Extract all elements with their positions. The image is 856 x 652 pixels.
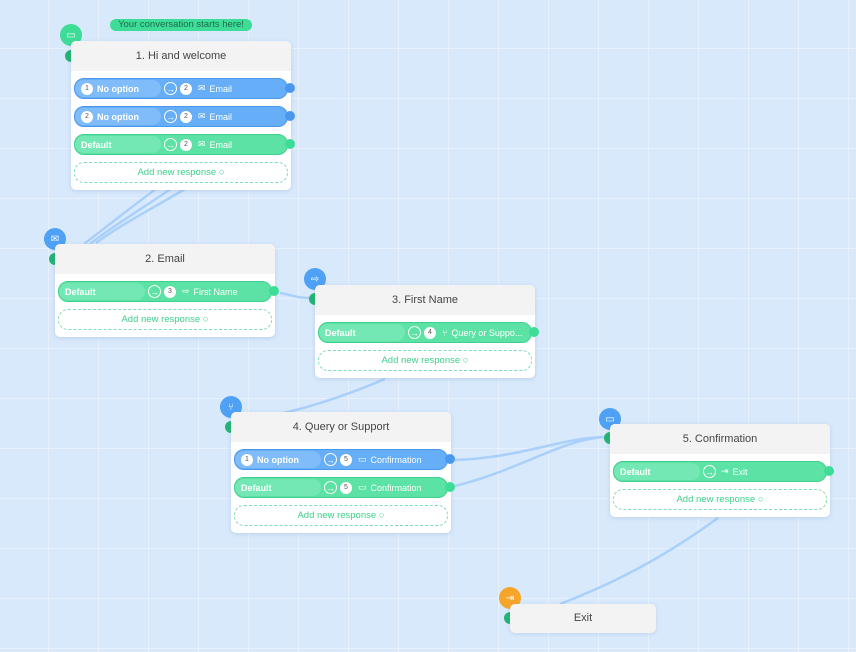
chat-check-icon: ▭ (358, 482, 367, 492)
response-label: No option (97, 83, 139, 94)
response-label: Default (81, 139, 112, 150)
response-label: Default (620, 466, 651, 477)
target-label: Email (209, 83, 233, 94)
node-first-name[interactable]: 3. First Name Default → 4 ⑂ Query or Suppo… (315, 285, 539, 378)
node-title: 2. Email (55, 244, 275, 274)
response-label: No option (97, 111, 139, 122)
add-response-label: Add new response (381, 355, 461, 366)
add-response-label: Add new response (676, 494, 756, 505)
arrow-right-icon: → (324, 453, 337, 466)
output-port[interactable] (824, 466, 834, 476)
target-number: 5 (340, 481, 352, 494)
response-number: 1 (81, 82, 93, 95)
output-port[interactable] (445, 454, 455, 464)
signpost-icon: ⇨ (182, 286, 190, 296)
arrow-right-icon: → (164, 138, 177, 151)
start-banner: Your conversation starts here! (110, 19, 252, 31)
wire-5-to-exit (559, 516, 719, 606)
add-response-label: Add new response (121, 314, 201, 325)
arrow-right-icon: → (408, 326, 421, 339)
response-label: Default (241, 482, 272, 493)
node-title: 5. Confirmation (610, 424, 830, 454)
response-row[interactable]: 2 No option → 2 ✉ Email (74, 106, 295, 127)
arrow-right-icon: → (703, 465, 716, 478)
arrow-right-icon: → (164, 82, 177, 95)
output-port[interactable] (285, 83, 295, 93)
target-label: First Name (193, 286, 238, 297)
node-title: 1. Hi and welcome (71, 41, 291, 71)
wire-3-to-4 (269, 377, 386, 418)
add-new-response-button[interactable]: Add new response ○ (74, 162, 288, 183)
target-label: Confirmation (370, 482, 422, 493)
arrow-right-icon: → (148, 285, 161, 298)
response-label: No option (257, 454, 299, 465)
wire-4-to-5 (454, 435, 605, 488)
branch-icon: ⑂ (442, 327, 448, 338)
wire-2-to-3 (279, 291, 311, 300)
node-confirmation[interactable]: 5. Confirmation Default → ⇥ Exit Add new … (610, 424, 834, 517)
response-row[interactable]: Default → 2 ✉ Email (74, 134, 295, 155)
node-exit[interactable]: Exit (510, 604, 656, 633)
target-label: Exit (732, 466, 748, 477)
add-new-response-button[interactable]: Add new response ○ (58, 309, 272, 330)
node-hi-and-welcome[interactable]: 1. Hi and welcome 1 No option → 2 ✉ Email 2… (71, 41, 295, 190)
envelope-icon: ✉ (198, 83, 206, 93)
envelope-icon: ✉ (198, 139, 206, 149)
target-number: 4 (424, 326, 436, 339)
response-row[interactable]: Default → 4 ⑂ Query or Suppo... (318, 322, 539, 343)
target-number: 5 (340, 453, 352, 466)
arrow-right-icon: → (324, 481, 337, 494)
target-label: Email (209, 139, 233, 150)
response-row[interactable]: Default → ⇥ Exit (613, 461, 834, 482)
wire-1-to-2 (83, 184, 161, 245)
output-port[interactable] (285, 139, 295, 149)
speech-bubble-icon: ○ (378, 510, 385, 521)
add-new-response-button[interactable]: Add new response ○ (318, 350, 532, 371)
response-number: 1 (241, 453, 253, 466)
target-number: 2 (180, 138, 192, 151)
envelope-icon: ✉ (198, 111, 206, 121)
speech-bubble-icon: ○ (757, 494, 764, 505)
wire-1-to-2 (89, 184, 176, 245)
chat-check-icon: ▭ (358, 454, 367, 464)
add-response-label: Add new response (297, 510, 377, 521)
output-port[interactable] (529, 327, 539, 337)
node-query-or-support[interactable]: 4. Query or Support 1 No option → 5 ▭ Confi… (231, 412, 455, 533)
add-response-label: Add new response (137, 167, 217, 178)
target-number: 2 (180, 82, 192, 95)
target-label: Email (209, 111, 233, 122)
wire-4-to-5 (454, 435, 605, 462)
speech-bubble-icon: ○ (462, 355, 469, 366)
node-title: 4. Query or Support (231, 412, 451, 442)
response-label: Default (325, 327, 356, 338)
arrow-right-icon: → (164, 110, 177, 123)
response-row[interactable]: 1 No option → 5 ▭ Confirmation (234, 449, 455, 470)
exit-door-icon: ⇥ (721, 466, 729, 476)
response-label: Default (65, 286, 96, 297)
response-row[interactable]: 1 No option → 2 ✉ Email (74, 78, 295, 99)
target-label: Confirmation (370, 454, 422, 465)
speech-bubble-icon: ○ (218, 167, 225, 178)
target-number: 2 (180, 110, 192, 123)
response-row[interactable]: Default → 5 ▭ Confirmation (234, 477, 455, 498)
output-port[interactable] (269, 286, 279, 296)
node-email[interactable]: 2. Email Default → 3 ⇨ First Name Add new … (55, 244, 279, 337)
add-new-response-button[interactable]: Add new response ○ (613, 489, 827, 510)
output-port[interactable] (285, 111, 295, 121)
target-number: 3 (164, 285, 176, 298)
response-number: 2 (81, 110, 93, 123)
target-label: Query or Suppo... (451, 327, 523, 338)
response-row[interactable]: Default → 3 ⇨ First Name (58, 281, 279, 302)
add-new-response-button[interactable]: Add new response ○ (234, 505, 448, 526)
output-port[interactable] (445, 482, 455, 492)
speech-bubble-icon: ○ (202, 314, 209, 325)
node-title: 3. First Name (315, 285, 535, 315)
wire-1-to-2 (95, 184, 191, 245)
